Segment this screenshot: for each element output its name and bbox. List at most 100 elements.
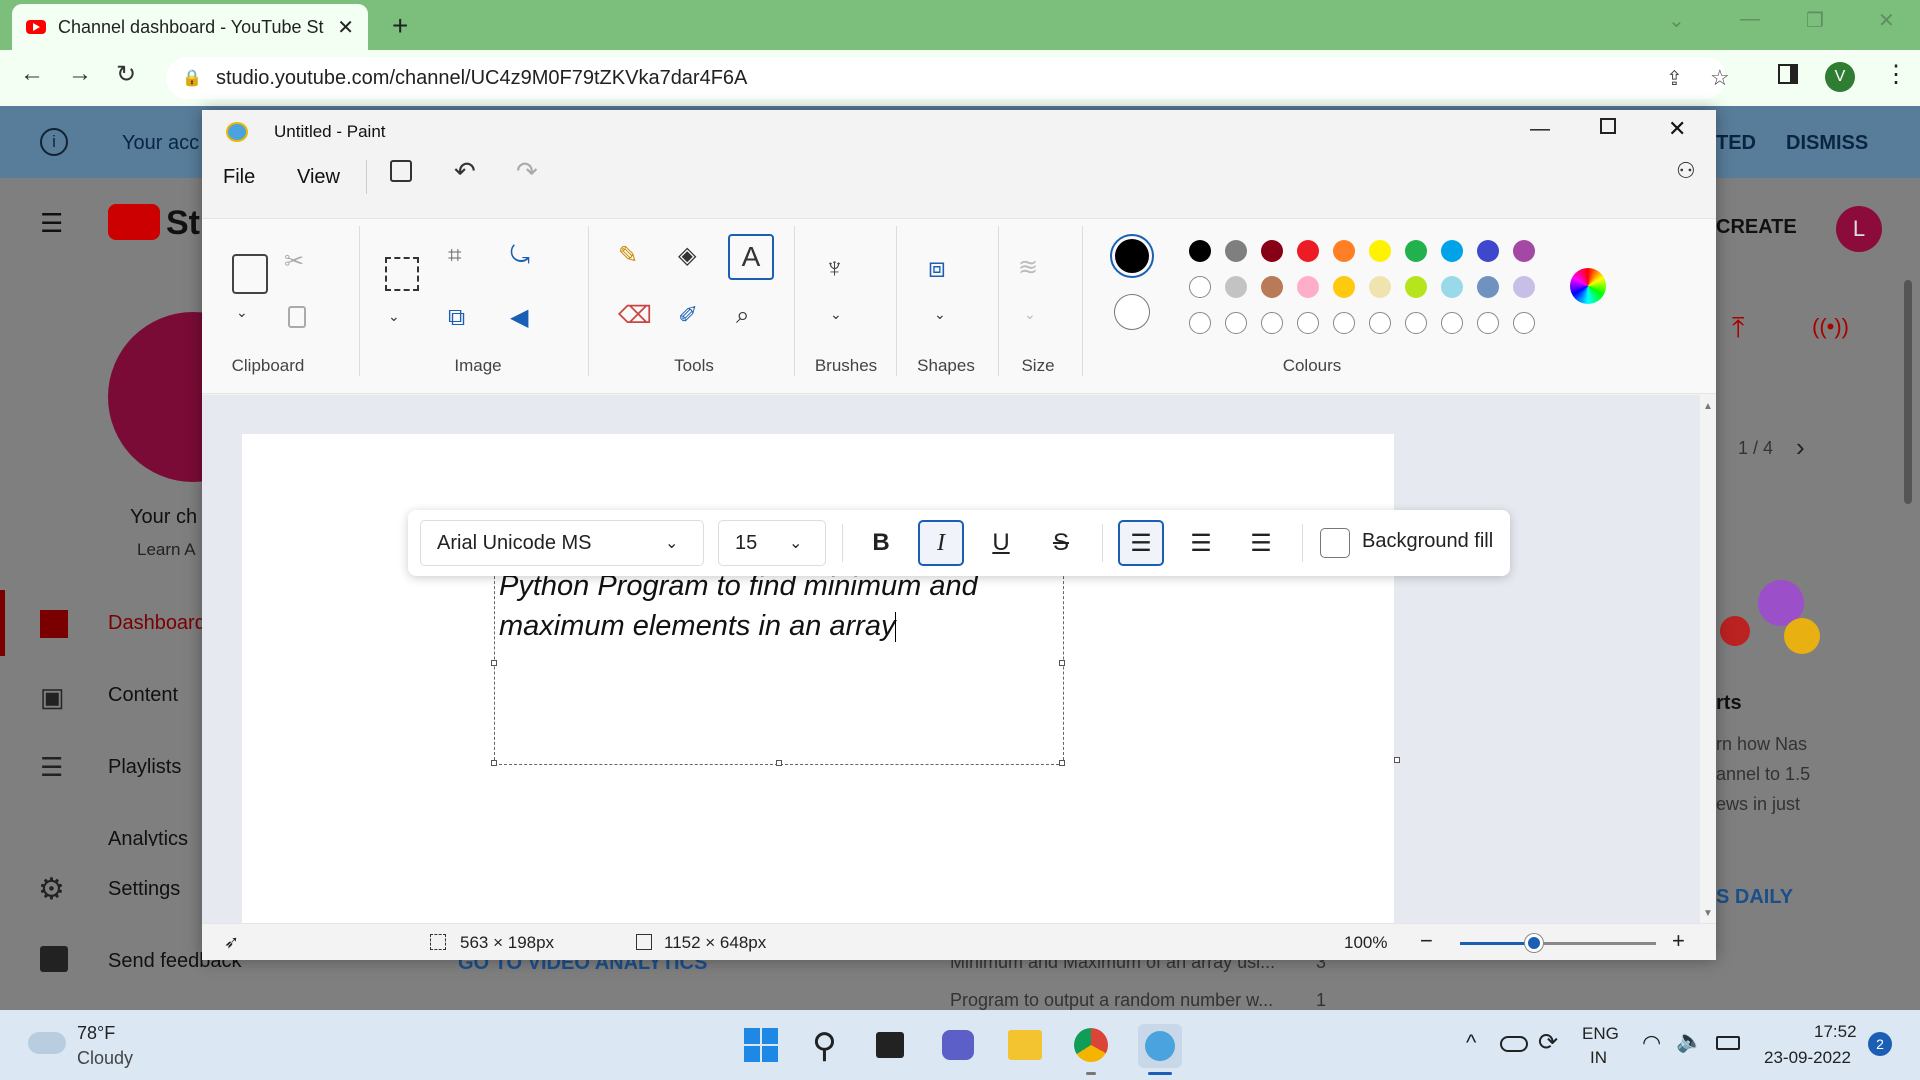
menu-file[interactable]: File [223, 166, 255, 189]
nav-playlists[interactable]: Playlists [108, 756, 181, 779]
rotate-icon[interactable]: ⤿ [510, 240, 530, 272]
clock-date[interactable]: 23-09-2022 [1764, 1048, 1851, 1068]
size-dropdown-icon[interactable]: ⌄ [1024, 298, 1036, 330]
font-name-dropdown[interactable]: Arial Unicode MS ⌄ [420, 520, 704, 566]
resize-handle[interactable] [776, 760, 782, 766]
wifi-icon[interactable]: ◠ [1642, 1030, 1661, 1056]
copy-icon[interactable] [288, 306, 306, 328]
forward-icon[interactable]: → [68, 60, 92, 88]
undo-icon[interactable]: ↶ [454, 156, 476, 187]
search-icon[interactable]: ⚲ [812, 1026, 837, 1066]
colour-swatch[interactable] [1261, 240, 1283, 262]
zoom-out-icon[interactable]: − [1420, 928, 1433, 954]
nav-analytics[interactable]: Analytics [108, 828, 188, 846]
browser-tab[interactable]: Channel dashboard - YouTube St ✕ [12, 4, 368, 50]
paint-minimize-icon[interactable]: — [1530, 118, 1550, 141]
colour-swatch[interactable] [1441, 240, 1463, 262]
resize-handle[interactable] [491, 760, 497, 766]
dismiss-button[interactable]: DISMISS [1786, 132, 1868, 155]
colour-swatch[interactable] [1189, 312, 1211, 334]
pencil-icon[interactable]: ✎ [618, 240, 638, 272]
onedrive-icon[interactable] [1500, 1036, 1528, 1052]
task-view-icon[interactable] [876, 1032, 904, 1058]
back-icon[interactable]: ← [20, 60, 44, 88]
minimize-icon[interactable]: — [1740, 8, 1760, 31]
colour-swatch[interactable] [1513, 240, 1535, 262]
zoom-slider-thumb[interactable] [1525, 934, 1544, 952]
crop-icon[interactable]: ⌗ [448, 240, 462, 272]
paste-dropdown-icon[interactable]: ⌄ [236, 296, 248, 328]
secondary-colour[interactable] [1114, 294, 1150, 330]
tab-search-icon[interactable]: ⌄ [1668, 8, 1685, 33]
chrome-icon[interactable] [1074, 1028, 1108, 1062]
language-line1[interactable]: ENG [1582, 1024, 1619, 1044]
notice-action[interactable]: TED [1716, 132, 1756, 155]
italic-button[interactable]: I [918, 520, 964, 566]
file-explorer-icon[interactable] [1008, 1030, 1042, 1060]
live-icon[interactable]: ((•)) [1812, 314, 1849, 340]
paint-maximize-icon[interactable] [1600, 118, 1616, 134]
zoom-in-icon[interactable]: + [1672, 928, 1685, 954]
edit-colours-icon[interactable] [1570, 268, 1606, 304]
video-list-item-title[interactable]: Program to output a random number w... [950, 990, 1273, 1011]
size-icon[interactable]: ≋ [1018, 252, 1038, 284]
colour-swatch[interactable] [1369, 312, 1391, 334]
weather-icon[interactable] [28, 1032, 66, 1054]
language-line2[interactable]: IN [1590, 1048, 1607, 1068]
nav-settings[interactable]: Settings [108, 878, 180, 901]
bold-button[interactable]: B [858, 520, 904, 566]
weather-condition[interactable]: Cloudy [77, 1048, 133, 1069]
nav-dashboard[interactable]: Dashboard [108, 612, 206, 635]
restore-icon[interactable]: ❐ [1806, 8, 1824, 33]
colour-swatch[interactable] [1297, 276, 1319, 298]
brushes-dropdown-icon[interactable]: ⌄ [830, 298, 842, 330]
create-button[interactable]: CREATE [1716, 216, 1797, 239]
daily-link[interactable]: S DAILY [1716, 886, 1793, 909]
page-scrollbar[interactable] [1904, 280, 1912, 504]
shapes-icon[interactable]: ⧈ [928, 252, 946, 284]
align-right-button[interactable]: ☰ [1238, 520, 1284, 566]
colour-swatch[interactable] [1261, 312, 1283, 334]
redo-icon[interactable]: ↷ [516, 156, 538, 187]
hamburger-icon[interactable]: ☰ [40, 208, 63, 239]
colour-swatch[interactable] [1441, 276, 1463, 298]
address-bar[interactable]: 🔒 studio.youtube.com/channel/UC4z9M0F79t… [166, 57, 1730, 99]
resize-handle[interactable] [1059, 660, 1065, 666]
color-picker-icon[interactable]: ✐ [678, 300, 698, 332]
volume-icon[interactable]: 🔈 [1676, 1028, 1703, 1054]
upload-icon[interactable]: ⤒ [1732, 312, 1744, 345]
resize-handle[interactable] [491, 660, 497, 666]
align-left-button[interactable]: ☰ [1118, 520, 1164, 566]
menu-view[interactable]: View [297, 166, 340, 189]
paste-icon[interactable] [232, 254, 268, 294]
font-size-dropdown[interactable]: 15 ⌄ [718, 520, 826, 566]
close-window-icon[interactable]: ✕ [1878, 8, 1895, 33]
colour-swatch[interactable] [1333, 276, 1355, 298]
resize-icon[interactable]: ⧉ [448, 302, 465, 334]
start-icon[interactable] [744, 1028, 778, 1062]
colour-swatch[interactable] [1405, 240, 1427, 262]
clock-time[interactable]: 17:52 [1814, 1022, 1857, 1042]
zoom-slider[interactable] [1460, 934, 1656, 952]
select-icon[interactable] [385, 257, 419, 291]
text-tool-icon[interactable]: A [728, 234, 774, 280]
eraser-icon[interactable]: ⌫ [618, 300, 652, 332]
colour-swatch[interactable] [1369, 240, 1391, 262]
text-content[interactable]: Python Program to find minimum and maxim… [499, 566, 978, 646]
paint-close-icon[interactable]: ✕ [1668, 116, 1686, 142]
battery-icon[interactable] [1716, 1036, 1740, 1050]
colour-swatch[interactable] [1261, 276, 1283, 298]
colour-swatch[interactable] [1405, 276, 1427, 298]
colour-swatch[interactable] [1297, 240, 1319, 262]
nav-content[interactable]: Content [108, 684, 178, 707]
new-tab-button[interactable]: + [392, 10, 408, 42]
weather-temp[interactable]: 78°F [77, 1023, 115, 1044]
canvas-resize-handle[interactable] [1394, 757, 1400, 763]
colour-swatch[interactable] [1477, 276, 1499, 298]
colour-swatch[interactable] [1333, 312, 1355, 334]
side-panel-icon[interactable] [1778, 64, 1798, 84]
align-center-button[interactable]: ☰ [1178, 520, 1224, 566]
colour-swatch[interactable] [1225, 312, 1247, 334]
colour-swatch[interactable] [1513, 312, 1535, 334]
fill-icon[interactable]: ◈ [678, 240, 696, 272]
